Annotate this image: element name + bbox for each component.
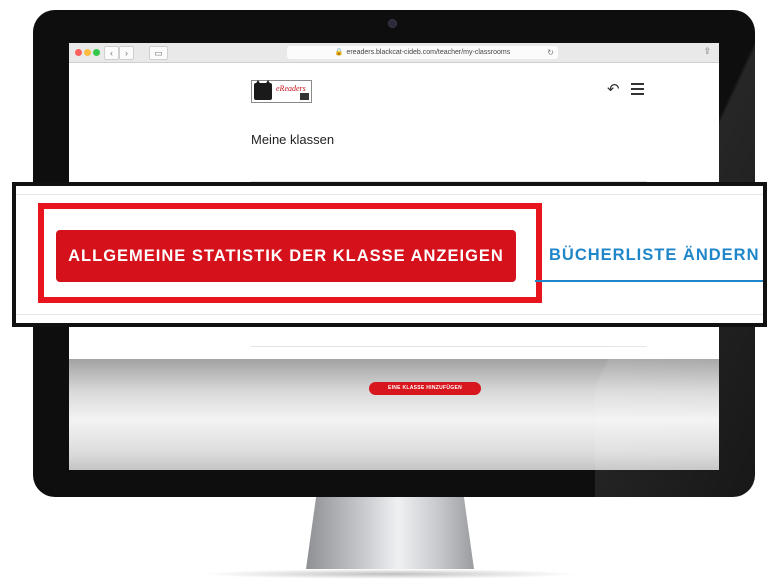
monitor-stand <box>306 497 474 569</box>
sidebar-toggle-button[interactable]: ▭ <box>149 46 168 60</box>
camera-icon <box>388 19 397 28</box>
lock-icon: 🔒 <box>334 49 344 56</box>
stand-shadow <box>200 569 580 579</box>
edit-booklist-button[interactable]: BÜCHERLISTE ÄNDERN <box>535 230 763 282</box>
minimize-window-button[interactable] <box>84 49 91 56</box>
close-window-button[interactable] <box>75 49 82 56</box>
forward-nav-button[interactable]: › <box>119 46 134 60</box>
chevron-left-icon: ‹ <box>110 48 113 58</box>
show-class-statistics-button[interactable]: ALLGEMEINE STATISTIK DER KLASSE ANZEIGEN <box>56 230 516 282</box>
reload-icon[interactable]: ↻ <box>547 46 554 59</box>
back-nav-button[interactable]: ‹ <box>104 46 119 60</box>
ereaders-logo[interactable]: eReaders <box>251 80 312 103</box>
logo-text: eReaders <box>276 84 306 93</box>
hamburger-menu-icon[interactable] <box>631 83 644 98</box>
add-class-button[interactable]: EINE KLASSE HINZUFÜGEN <box>369 382 481 395</box>
address-bar[interactable]: 🔒 ereaders.blackcat-cideb.com/teacher/my-… <box>287 46 558 59</box>
divider <box>16 314 763 315</box>
black-cat-icon <box>254 80 272 100</box>
divider <box>16 194 763 195</box>
divider <box>251 346 647 347</box>
back-arrow-icon[interactable]: ↶ <box>607 80 620 98</box>
logo-tag <box>300 93 309 100</box>
zoom-callout: ALLGEMEINE STATISTIK DER KLASSE ANZEIGEN… <box>12 182 767 327</box>
share-icon[interactable]: ⇪ <box>703 46 711 57</box>
maximize-window-button[interactable] <box>93 49 100 56</box>
page-title: Meine klassen <box>251 132 335 147</box>
chevron-right-icon: › <box>125 48 128 58</box>
page-footer-area <box>69 359 719 470</box>
url-text: ereaders.blackcat-cideb.com/teacher/my-c… <box>346 49 511 56</box>
browser-toolbar: ‹ › ▭ 🔒 ereaders.blackcat-cideb.com/teach… <box>69 43 719 63</box>
sidebar-icon: ▭ <box>154 48 163 58</box>
